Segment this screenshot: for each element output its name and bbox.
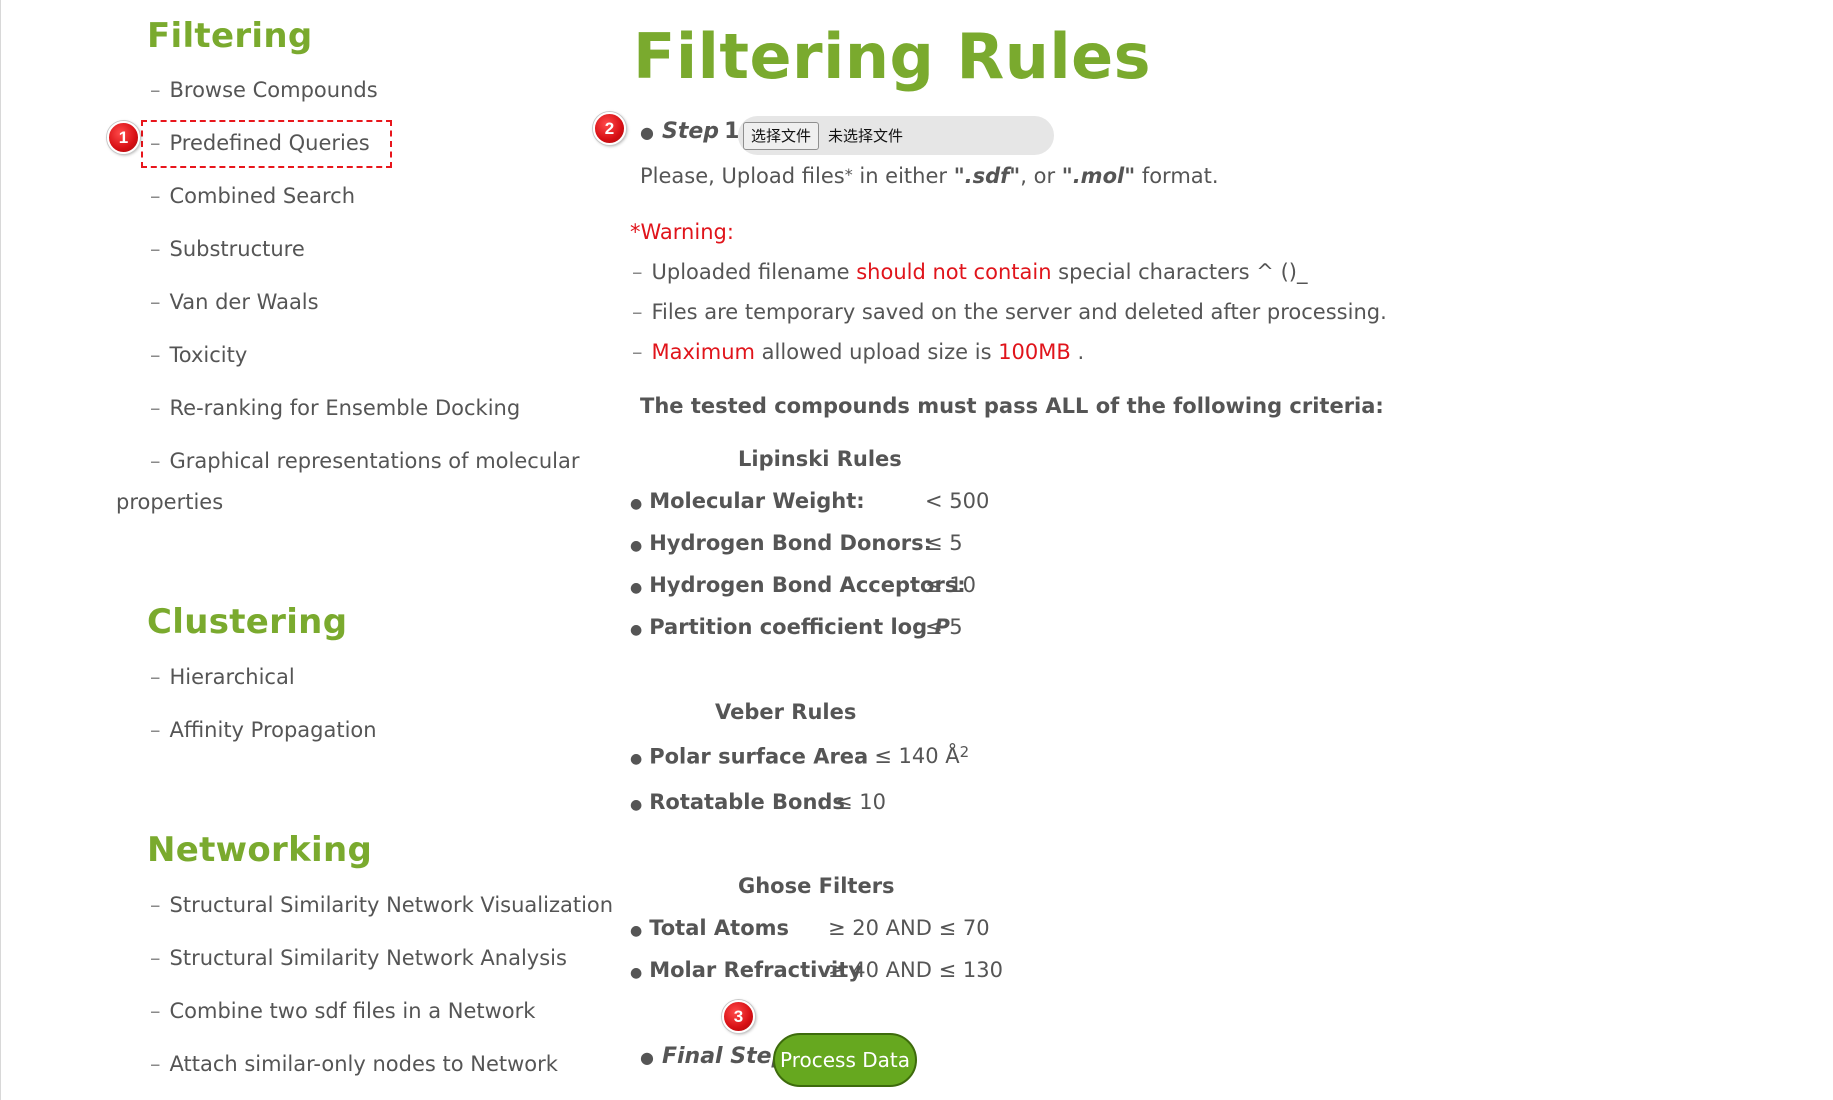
rule-rotatable-bonds-value: ≤ 10 — [835, 790, 886, 814]
nav-graphical-representations[interactable]: – Graphical representations of molecular — [150, 449, 579, 473]
nav-hierarchical[interactable]: – Hierarchical — [150, 665, 295, 689]
step1-row: ● Step 1. — [640, 119, 748, 144]
rule-molecular-weight: ● Molecular Weight: — [630, 489, 865, 513]
warning-heading: *Warning: — [630, 220, 734, 244]
rule-total-atoms: ● Total Atoms — [630, 916, 789, 940]
nav-substructure[interactable]: – Substructure — [150, 237, 305, 261]
nav-ssn-visualization[interactable]: – Structural Similarity Network Visualiza… — [150, 893, 613, 917]
nav-attach-similar-nodes[interactable]: – Attach similar-only nodes to Network — [150, 1052, 558, 1076]
upload-instruction: Please, Upload files* in either ".sdf", … — [640, 164, 1219, 188]
rule-polar-surface-area: ● Polar surface Area ≤ 140 Å2 — [630, 743, 970, 769]
section-title-filtering: Filtering — [147, 16, 313, 56]
section-title-networking: Networking — [147, 830, 373, 870]
nav-ssn-analysis[interactable]: – Structural Similarity Network Analysis — [150, 946, 567, 970]
annotation-marker-3: 3 — [722, 1000, 755, 1033]
veber-heading: Veber Rules — [715, 700, 857, 724]
section-title-clustering: Clustering — [147, 602, 348, 642]
nav-re-ranking-ensemble-docking[interactable]: – Re-ranking for Ensemble Docking — [150, 396, 520, 420]
rule-hbond-acceptors-value: ≤ 10 — [925, 573, 976, 597]
nav-combined-search[interactable]: – Combined Search — [150, 184, 355, 208]
rule-logp: ● Partition coefficient log P — [630, 615, 950, 639]
criteria-heading: The tested compounds must pass ALL of th… — [640, 394, 1384, 418]
bullet-icon: ● — [640, 123, 654, 142]
warning-line-temporary: – Files are temporary saved on the server… — [632, 300, 1387, 324]
nav-toxicity[interactable]: – Toxicity — [150, 343, 247, 367]
annotation-highlight-box — [141, 120, 392, 168]
process-data-button[interactable]: Process Data — [773, 1033, 917, 1087]
nav-combine-sdf-network[interactable]: – Combine two sdf files in a Network — [150, 999, 535, 1023]
nav-van-der-waals[interactable]: – Van der Waals — [150, 290, 319, 314]
lipinski-heading: Lipinski Rules — [738, 447, 902, 471]
nav-affinity-propagation[interactable]: – Affinity Propagation — [150, 718, 377, 742]
page-title: Filtering Rules — [633, 20, 1152, 93]
rule-logp-value: ≤ 5 — [925, 615, 963, 639]
ghose-heading: Ghose Filters — [738, 874, 895, 898]
rule-rotatable-bonds: ● Rotatable Bonds — [630, 790, 845, 814]
nav-browse-compounds[interactable]: – Browse Compounds — [150, 78, 378, 102]
rule-hbond-donors-value: ≤ 5 — [925, 531, 963, 555]
warning-line-filename: – Uploaded filename should not contain sp… — [632, 260, 1308, 284]
rule-hbond-acceptors: ● Hydrogen Bond Acceptors: — [630, 573, 966, 597]
rule-molecular-weight-value: < 500 — [925, 489, 990, 513]
rule-molar-refractivity-value: ≥ 40 AND ≤ 130 — [828, 958, 1003, 982]
warning-line-maxsize: – Maximum allowed upload size is 100MB . — [632, 340, 1085, 364]
choose-file-button[interactable]: 选择文件 — [743, 122, 820, 150]
annotation-marker-2: 2 — [593, 112, 626, 145]
page-left-border — [0, 0, 1, 1100]
annotation-marker-1: 1 — [107, 121, 140, 154]
file-input[interactable]: 选择文件 未选择文件 — [738, 116, 1054, 155]
rule-hbond-donors: ● Hydrogen Bond Donors: — [630, 531, 933, 555]
file-status-text: 未选择文件 — [828, 127, 904, 145]
nav-graphical-representations-wrap[interactable]: properties — [116, 490, 223, 514]
rule-total-atoms-value: ≥ 20 AND ≤ 70 — [828, 916, 990, 940]
